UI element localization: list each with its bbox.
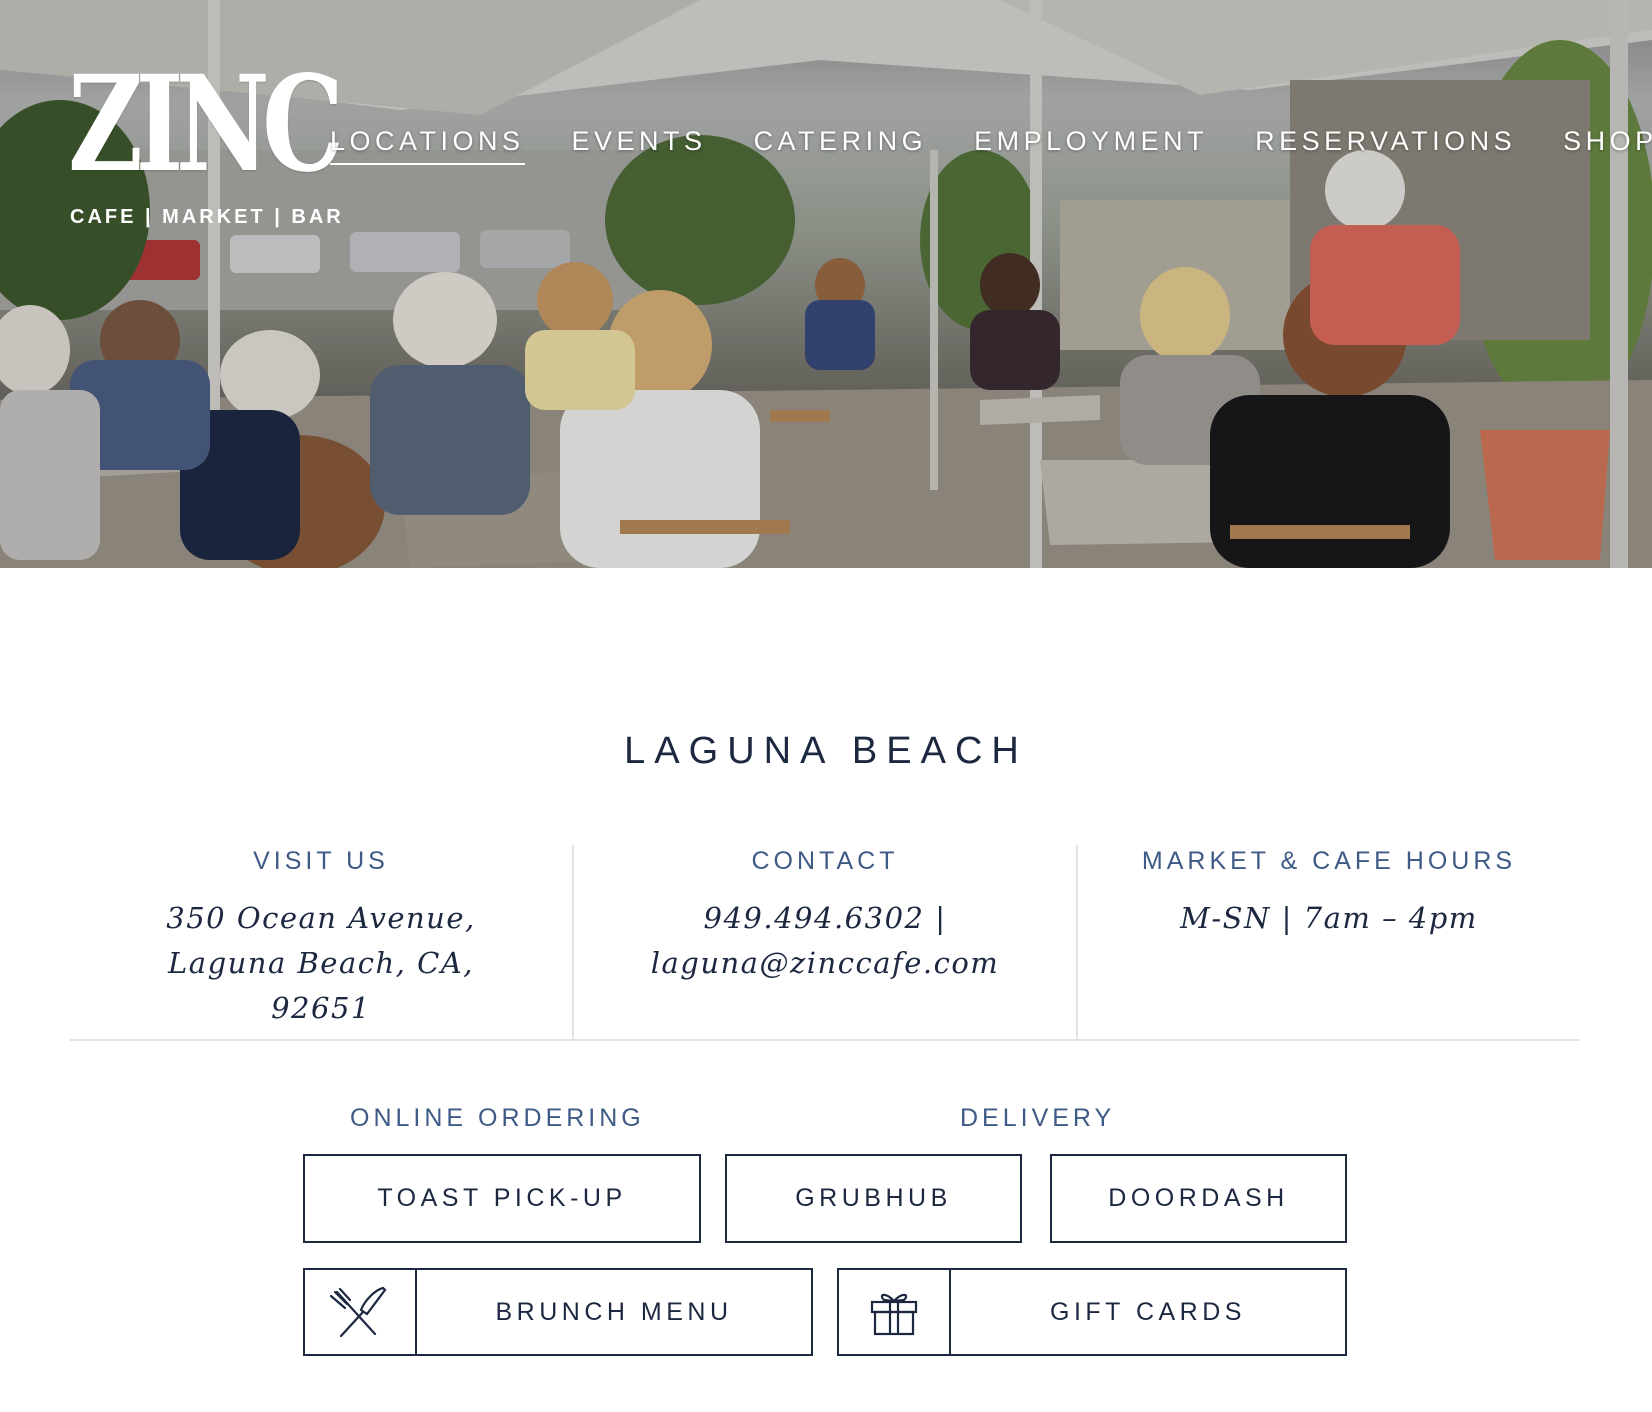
fork-knife-icon	[305, 1270, 417, 1354]
toast-pickup-button[interactable]: TOAST PICK-UP	[303, 1154, 701, 1243]
nav-reservations[interactable]: RESERVATIONS	[1255, 126, 1516, 165]
hours-heading: MARKET & CAFE HOURS	[1141, 847, 1517, 875]
hours-section: MARKET & CAFE HOURS M-SN | 7am – 4pm	[1076, 845, 1580, 1039]
nav-catering[interactable]: CATERING	[754, 126, 928, 165]
logo-tagline: CAFE | MARKET | BAR	[70, 206, 344, 228]
contact-heading: CONTACT	[751, 847, 899, 875]
nav-shop[interactable]: SHOP	[1563, 126, 1652, 165]
online-ordering-heading: ONLINE ORDERING	[350, 1104, 645, 1132]
location-info: VISIT US 350 Ocean Avenue, Laguna Beach,…	[70, 845, 1580, 1041]
brunch-menu-label: BRUNCH MENU	[495, 1297, 733, 1326]
hero-banner: ZINC CAFE | MARKET | BAR LOCATIONS EVENT…	[0, 0, 1652, 568]
location-title: LAGUNA BEACH	[624, 730, 1028, 772]
contact-section: CONTACT 949.494.6302 | laguna@zinccafe.c…	[572, 845, 1076, 1039]
delivery-heading: DELIVERY	[960, 1104, 1116, 1132]
contact-text[interactable]: 949.494.6302 | laguna@zinccafe.com	[625, 896, 1025, 986]
nav-locations[interactable]: LOCATIONS	[330, 126, 525, 165]
gift-cards-button[interactable]: GIFT CARDS	[837, 1268, 1347, 1356]
grubhub-button[interactable]: GRUBHUB	[725, 1154, 1022, 1243]
doordash-button[interactable]: DOORDASH	[1050, 1154, 1347, 1243]
visit-us-section: VISIT US 350 Ocean Avenue, Laguna Beach,…	[70, 845, 572, 1039]
zinc-logo[interactable]: ZINC CAFE | MARKET | BAR	[68, 50, 344, 236]
visit-us-heading: VISIT US	[253, 847, 389, 875]
gift-cards-label: GIFT CARDS	[1050, 1297, 1246, 1326]
logo-wordmark: ZINC	[68, 47, 344, 202]
nav-employment[interactable]: EMPLOYMENT	[974, 126, 1208, 165]
main-nav: LOCATIONS EVENTS CATERING EMPLOYMENT RES…	[330, 126, 1652, 165]
nav-events[interactable]: EVENTS	[572, 126, 707, 165]
hours-text: M-SN | 7am – 4pm	[1180, 901, 1478, 935]
address-text: 350 Ocean Avenue, Laguna Beach, CA, 9265…	[166, 901, 476, 1025]
gift-icon	[839, 1270, 951, 1354]
brunch-menu-button[interactable]: BRUNCH MENU	[303, 1268, 813, 1356]
